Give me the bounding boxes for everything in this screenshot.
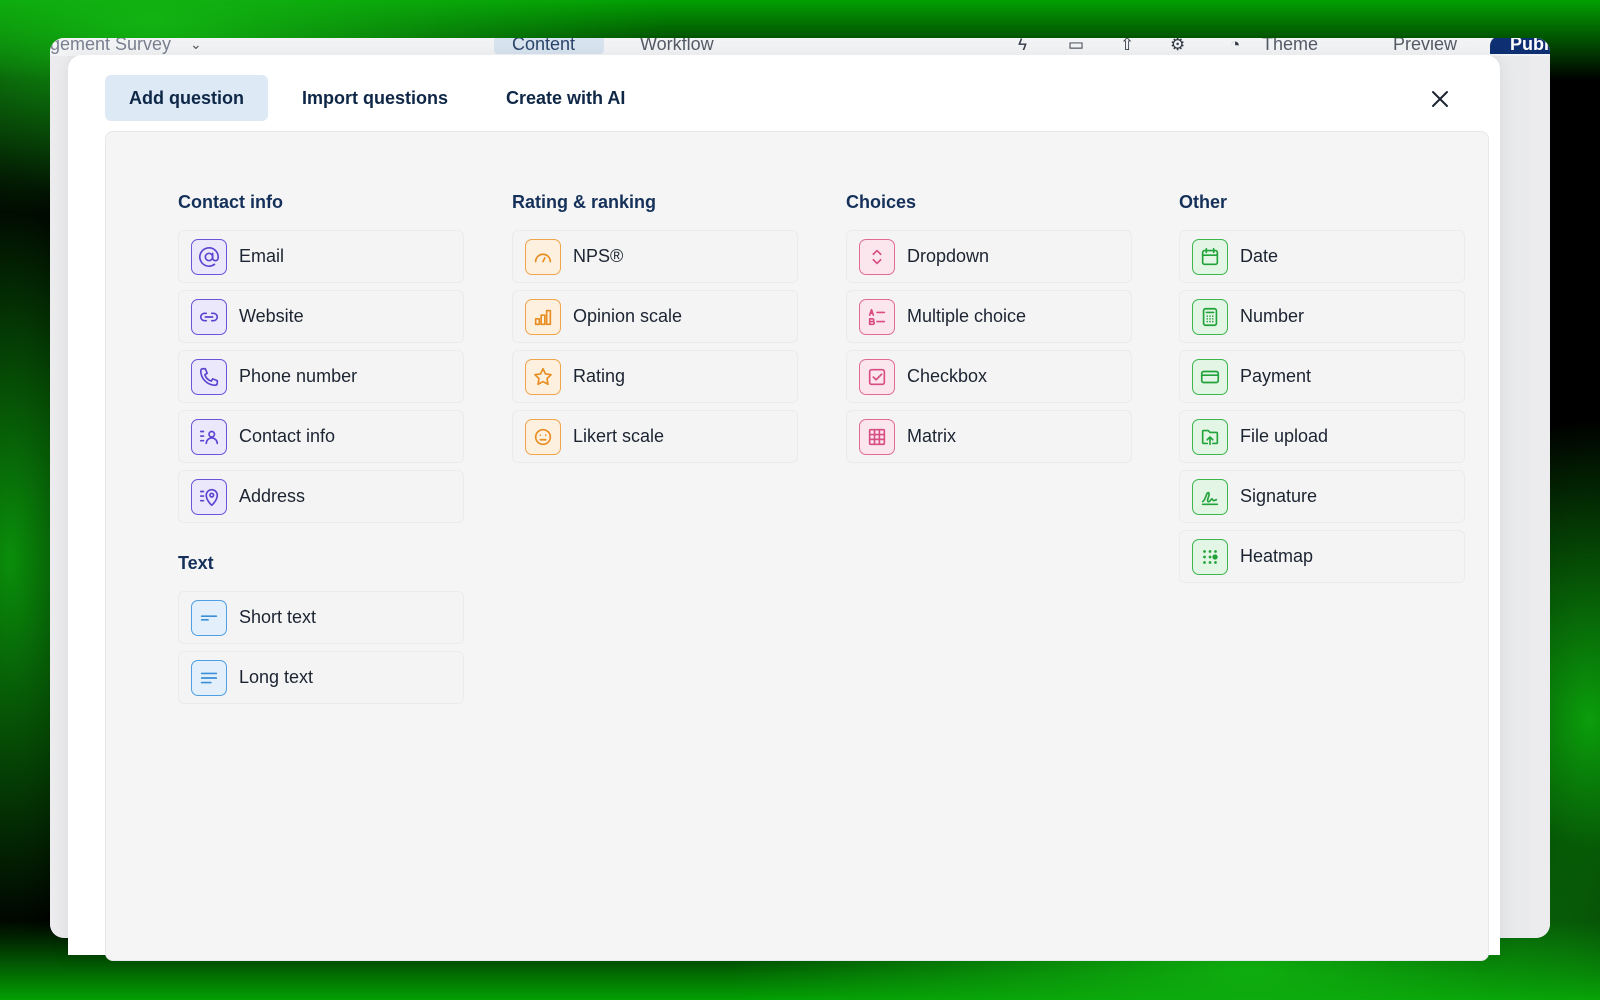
question-type-label: Website xyxy=(239,306,304,326)
calculator-icon xyxy=(1192,298,1228,335)
column-choices: Choices Dropdown Multiple choice Checkbo… xyxy=(846,132,1136,470)
close-icon xyxy=(1432,91,1448,107)
long-text-icon xyxy=(191,659,227,696)
grid-icon xyxy=(859,418,895,455)
question-type-label: NPS® xyxy=(573,246,624,266)
question-type-signature[interactable]: Signature xyxy=(1179,470,1465,523)
section-title-contact-info: Contact info xyxy=(178,192,283,212)
gauge-icon xyxy=(525,238,561,275)
contact-card-icon xyxy=(191,418,227,455)
tab-workflow[interactable]: Workflow xyxy=(640,38,714,55)
question-type-label: Email xyxy=(239,246,285,266)
question-type-address[interactable]: Address xyxy=(178,470,464,523)
share-icon[interactable]: ⇧ xyxy=(1120,38,1134,55)
phone-icon xyxy=(191,358,227,395)
modal-tabs: Add question Import questions Create wit… xyxy=(105,75,649,121)
inbox-icon[interactable]: ▭ xyxy=(1068,38,1084,55)
multiple-choice-icon xyxy=(859,298,895,335)
survey-name[interactable]: gement Survey xyxy=(50,38,171,55)
question-type-label: Likert scale xyxy=(573,426,665,446)
add-question-modal: Add question Import questions Create wit… xyxy=(68,55,1500,961)
question-type-label: Date xyxy=(1240,246,1279,266)
dropdown-icon xyxy=(859,238,895,275)
question-type-phone-number[interactable]: Phone number xyxy=(178,350,464,403)
question-type-label: Short text xyxy=(239,607,317,627)
checkbox-icon xyxy=(859,358,895,395)
question-type-number[interactable]: Number xyxy=(1179,290,1465,343)
background-sidebar xyxy=(50,56,68,938)
bar-chart-icon xyxy=(525,298,561,335)
question-type-email[interactable]: Email xyxy=(178,230,464,283)
palette-icon[interactable]: ◔ xyxy=(1230,38,1240,55)
question-type-multiple-choice[interactable]: Multiple choice xyxy=(846,290,1132,343)
heatmap-icon xyxy=(1192,538,1228,575)
column-rating-ranking: Rating & ranking NPS® Opinion scale Rati… xyxy=(512,132,802,470)
question-type-label: Payment xyxy=(1240,366,1312,386)
question-type-nps[interactable]: NPS® xyxy=(512,230,798,283)
close-button[interactable] xyxy=(1426,85,1454,113)
question-type-opinion-scale[interactable]: Opinion scale xyxy=(512,290,798,343)
upload-icon xyxy=(1192,418,1228,455)
question-type-short-text[interactable]: Short text xyxy=(178,591,464,644)
question-type-dropdown[interactable]: Dropdown xyxy=(846,230,1132,283)
tab-content[interactable]: Content xyxy=(512,38,575,55)
theme-button[interactable]: Theme xyxy=(1262,38,1318,55)
question-type-checkbox[interactable]: Checkbox xyxy=(846,350,1132,403)
section-title-rating-ranking: Rating & ranking xyxy=(512,192,657,212)
question-type-file-upload[interactable]: File upload xyxy=(1179,410,1465,463)
question-type-heatmap[interactable]: Heatmap xyxy=(1179,530,1465,583)
question-type-label: Long text xyxy=(239,667,314,687)
map-pin-icon xyxy=(191,478,227,515)
signature-icon xyxy=(1192,478,1228,515)
question-type-label: Multiple choice xyxy=(907,306,1027,326)
short-text-icon xyxy=(191,599,227,636)
question-type-label: Phone number xyxy=(239,366,358,386)
question-type-label: File upload xyxy=(1240,426,1329,446)
publish-button[interactable]: Publ xyxy=(1510,38,1549,55)
question-type-likert-scale[interactable]: Likert scale xyxy=(512,410,798,463)
chevron-down-icon[interactable]: ⌄ xyxy=(190,38,202,53)
question-type-contact-info[interactable]: Contact info xyxy=(178,410,464,463)
question-type-label: Number xyxy=(1240,306,1305,326)
question-type-long-text[interactable]: Long text xyxy=(178,651,464,704)
link-icon xyxy=(191,298,227,335)
section-title-other: Other xyxy=(1179,192,1228,212)
question-type-label: Heatmap xyxy=(1240,546,1314,566)
question-type-label: Opinion scale xyxy=(573,306,683,326)
gear-icon[interactable]: ⚙ xyxy=(1170,38,1185,55)
question-types-panel: Contact info Email Website Phone number … xyxy=(105,131,1489,961)
lightning-icon[interactable]: ϟ xyxy=(1018,38,1027,55)
background-panel xyxy=(1530,56,1550,938)
at-sign-icon xyxy=(191,238,227,275)
calendar-icon xyxy=(1192,238,1228,275)
section-title-text: Text xyxy=(178,553,214,573)
question-type-label: Address xyxy=(239,486,306,506)
column-other: Other Date Number Payment File upload Si… xyxy=(1179,132,1469,590)
question-type-label: Signature xyxy=(1240,486,1318,506)
question-type-rating[interactable]: Rating xyxy=(512,350,798,403)
section-title-choices: Choices xyxy=(846,192,917,212)
question-type-label: Matrix xyxy=(907,426,956,446)
column-contact-text: Contact info Email Website Phone number … xyxy=(178,132,468,711)
question-type-matrix[interactable]: Matrix xyxy=(846,410,1132,463)
question-type-label: Checkbox xyxy=(907,366,988,386)
background-app-bar: gement Survey ⌄ Content Workflow ϟ ▭ ⇧ ⚙… xyxy=(50,38,1550,56)
tab-add-question[interactable]: Add question xyxy=(105,75,268,121)
credit-card-icon xyxy=(1192,358,1228,395)
question-type-label: Dropdown xyxy=(907,246,990,266)
preview-button[interactable]: Preview xyxy=(1393,38,1457,55)
question-type-date[interactable]: Date xyxy=(1179,230,1465,283)
star-icon xyxy=(525,358,561,395)
question-type-payment[interactable]: Payment xyxy=(1179,350,1465,403)
tab-import-questions[interactable]: Import questions xyxy=(278,75,472,121)
question-type-label: Rating xyxy=(573,366,626,386)
smiley-icon xyxy=(525,418,561,455)
question-type-label: Contact info xyxy=(239,426,336,446)
tab-create-with-ai[interactable]: Create with AI xyxy=(482,75,649,121)
question-type-website[interactable]: Website xyxy=(178,290,464,343)
